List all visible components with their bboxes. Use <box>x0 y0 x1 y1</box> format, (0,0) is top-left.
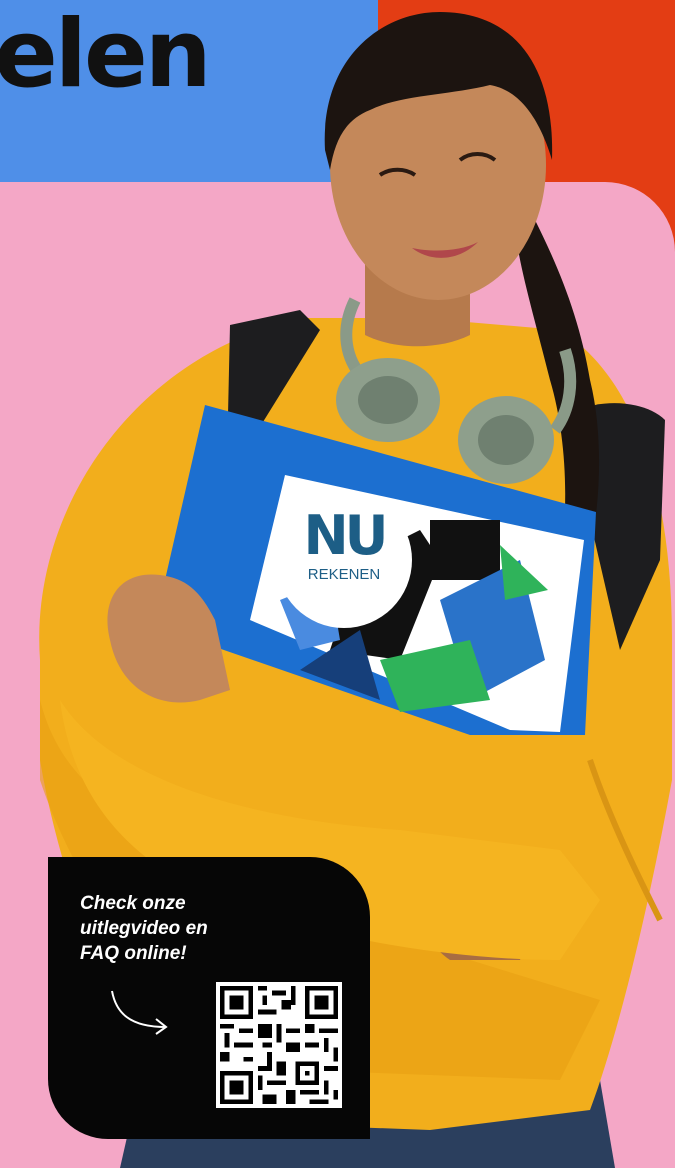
curved-arrow-icon <box>111 990 168 1035</box>
book-subject-label: REKENEN <box>307 566 381 583</box>
qr-code-icon[interactable] <box>216 982 342 1108</box>
qr-info-card: Check onze uitlegvideo en FAQ online! <box>48 857 370 1139</box>
qr-card-line-2: uitlegvideo en <box>80 918 208 939</box>
book-brand-mark: NU <box>303 504 388 567</box>
qr-card-line-3: FAQ online! <box>80 943 187 964</box>
qr-card-line-1: Check onze <box>80 893 186 914</box>
book-logo: NU REKENEN <box>282 508 406 608</box>
qr-card-text: Check onze uitlegvideo en FAQ online! <box>80 891 280 966</box>
